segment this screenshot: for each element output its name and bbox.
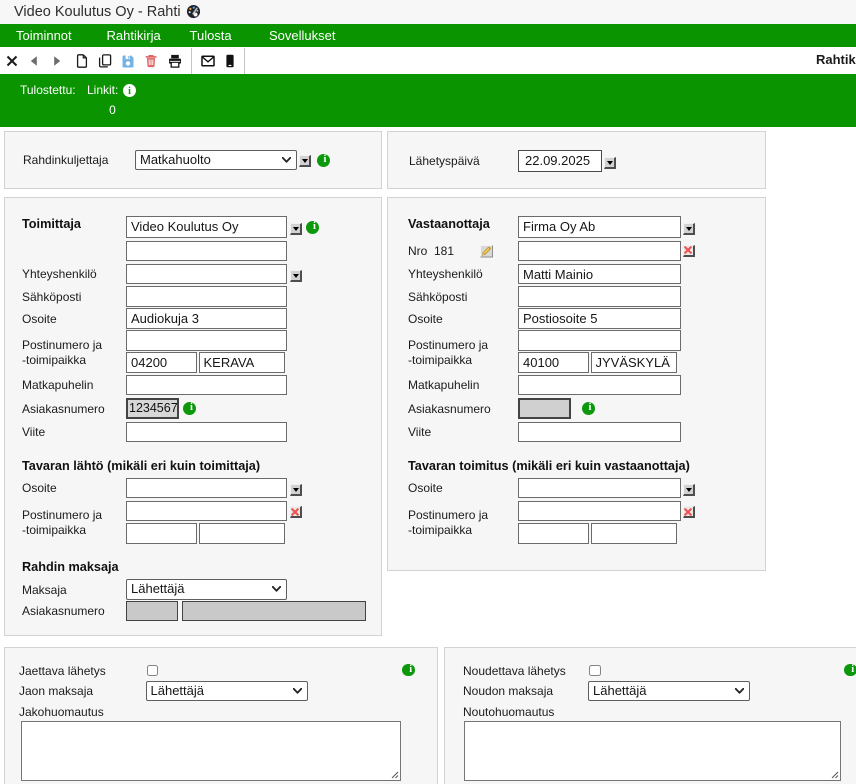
svg-text:i: i xyxy=(128,86,131,97)
